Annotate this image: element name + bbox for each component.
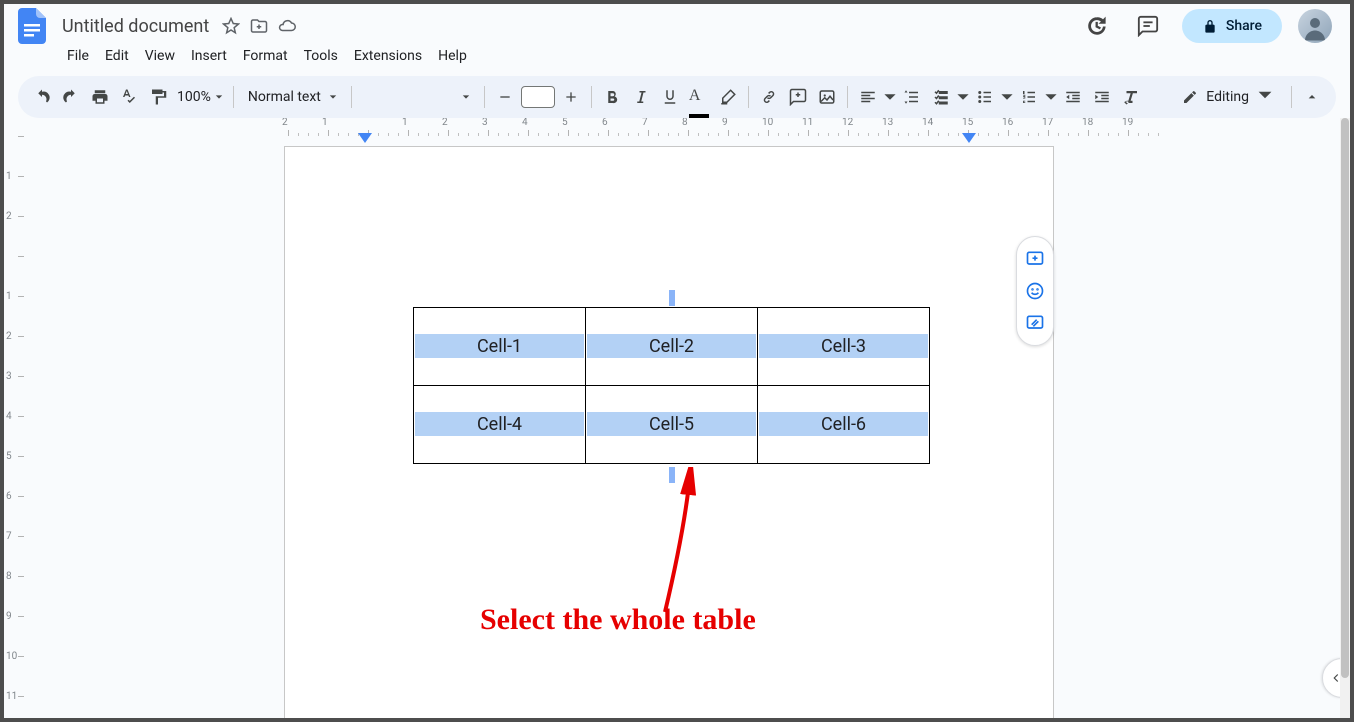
table-row[interactable]: Cell-4 Cell-5 Cell-6 (414, 386, 930, 464)
titlebar: Untitled document Share (4, 4, 1350, 42)
font-picker[interactable] (358, 89, 478, 105)
toolbar: 100% Normal text A (18, 76, 1336, 118)
docs-logo[interactable] (12, 6, 52, 46)
paint-format-button[interactable] (144, 83, 172, 111)
horizontal-ruler[interactable]: 2112345678910111213141516171819 (24, 118, 1340, 136)
align-button[interactable] (854, 83, 882, 111)
bold-button[interactable] (598, 83, 626, 111)
indent-marker-right[interactable] (962, 128, 976, 147)
numbered-list-button[interactable] (1015, 83, 1043, 111)
menu-format[interactable]: Format (236, 44, 295, 68)
bulleted-list-button[interactable] (971, 83, 999, 111)
menu-edit[interactable]: Edit (98, 44, 136, 68)
floating-comment-tools (1016, 236, 1054, 346)
indent-marker-left[interactable] (358, 128, 372, 147)
document-page[interactable]: Cell-1 Cell-2 Cell-3 Cell-4 Cell-5 Cell-… (284, 146, 1054, 718)
line-spacing-button[interactable] (898, 83, 926, 111)
decrease-font-button[interactable] (491, 83, 519, 111)
checklist-dropdown-icon[interactable] (956, 83, 970, 111)
increase-indent-button[interactable] (1088, 83, 1116, 111)
annotation-text: Select the whole table (480, 603, 756, 637)
paragraph-style-picker[interactable]: Normal text (240, 89, 345, 105)
share-label: Share (1226, 18, 1262, 34)
spellcheck-button[interactable] (115, 83, 143, 111)
table-cell[interactable]: Cell-5 (586, 386, 758, 464)
document-table[interactable]: Cell-1 Cell-2 Cell-3 Cell-4 Cell-5 Cell-… (413, 307, 930, 464)
bulleted-dropdown-icon[interactable] (1000, 83, 1014, 111)
canvas-area: 121234567891011121314 211234567891011121… (4, 118, 1350, 718)
page-scroll[interactable]: Cell-1 Cell-2 Cell-3 Cell-4 Cell-5 Cell-… (24, 136, 1340, 718)
annotation-arrow (635, 467, 725, 617)
google-docs-app: Untitled document Share File Edit View I… (4, 4, 1350, 718)
italic-button[interactable] (627, 83, 655, 111)
scrollbar-thumb[interactable] (1341, 118, 1349, 678)
menu-extensions[interactable]: Extensions (347, 44, 429, 68)
collapse-toolbar-button[interactable] (1298, 83, 1326, 111)
comments-icon[interactable] (1130, 8, 1166, 44)
star-icon[interactable] (221, 16, 241, 36)
menu-file[interactable]: File (60, 44, 96, 68)
menu-insert[interactable]: Insert (184, 44, 234, 68)
table-cell[interactable]: Cell-3 (758, 308, 930, 386)
selection-cursor-top (669, 290, 675, 306)
clear-formatting-button[interactable] (1117, 83, 1145, 111)
chevron-down-icon (329, 89, 337, 105)
chevron-down-icon (462, 89, 470, 105)
underline-button[interactable] (656, 83, 684, 111)
document-title[interactable]: Untitled document (58, 16, 213, 37)
menu-help[interactable]: Help (431, 44, 474, 68)
cloud-status-icon[interactable] (277, 16, 297, 36)
chevron-down-icon (1257, 87, 1273, 107)
share-button[interactable]: Share (1182, 9, 1282, 43)
font-size-input[interactable] (521, 86, 555, 108)
increase-font-button[interactable] (557, 83, 585, 111)
insert-image-button[interactable] (813, 83, 841, 111)
editing-mode-button[interactable]: Editing (1170, 87, 1285, 107)
highlight-button[interactable] (714, 83, 742, 111)
decrease-indent-button[interactable] (1059, 83, 1087, 111)
insert-link-button[interactable] (755, 83, 783, 111)
print-button[interactable] (86, 83, 114, 111)
lock-icon (1202, 18, 1218, 34)
suggest-edits-button[interactable] (1021, 309, 1049, 337)
add-reaction-button[interactable] (1021, 277, 1049, 305)
vertical-ruler[interactable]: 121234567891011121314 (4, 136, 24, 718)
table-cell[interactable]: Cell-4 (414, 386, 586, 464)
font-size-control (491, 83, 585, 111)
move-icon[interactable] (249, 16, 269, 36)
menu-tools[interactable]: Tools (297, 44, 345, 68)
add-comment-button[interactable] (1021, 245, 1049, 273)
vertical-scrollbar[interactable] (1340, 118, 1350, 718)
history-icon[interactable] (1078, 8, 1114, 44)
undo-button[interactable] (28, 83, 56, 111)
menu-view[interactable]: View (138, 44, 182, 68)
insert-comment-button[interactable] (784, 83, 812, 111)
text-color-button[interactable]: A (685, 83, 713, 111)
table-cell[interactable]: Cell-6 (758, 386, 930, 464)
numbered-dropdown-icon[interactable] (1044, 83, 1058, 111)
menubar: File Edit View Insert Format Tools Exten… (4, 42, 1350, 76)
account-avatar[interactable] (1298, 9, 1332, 43)
table-row[interactable]: Cell-1 Cell-2 Cell-3 (414, 308, 930, 386)
pencil-icon (1182, 89, 1198, 105)
checklist-button[interactable] (927, 83, 955, 111)
table-cell[interactable]: Cell-1 (414, 308, 586, 386)
align-dropdown-icon[interactable] (883, 83, 897, 111)
zoom-picker[interactable]: 100% (173, 89, 227, 105)
chevron-down-icon (215, 89, 223, 105)
redo-button[interactable] (57, 83, 85, 111)
table-cell[interactable]: Cell-2 (586, 308, 758, 386)
